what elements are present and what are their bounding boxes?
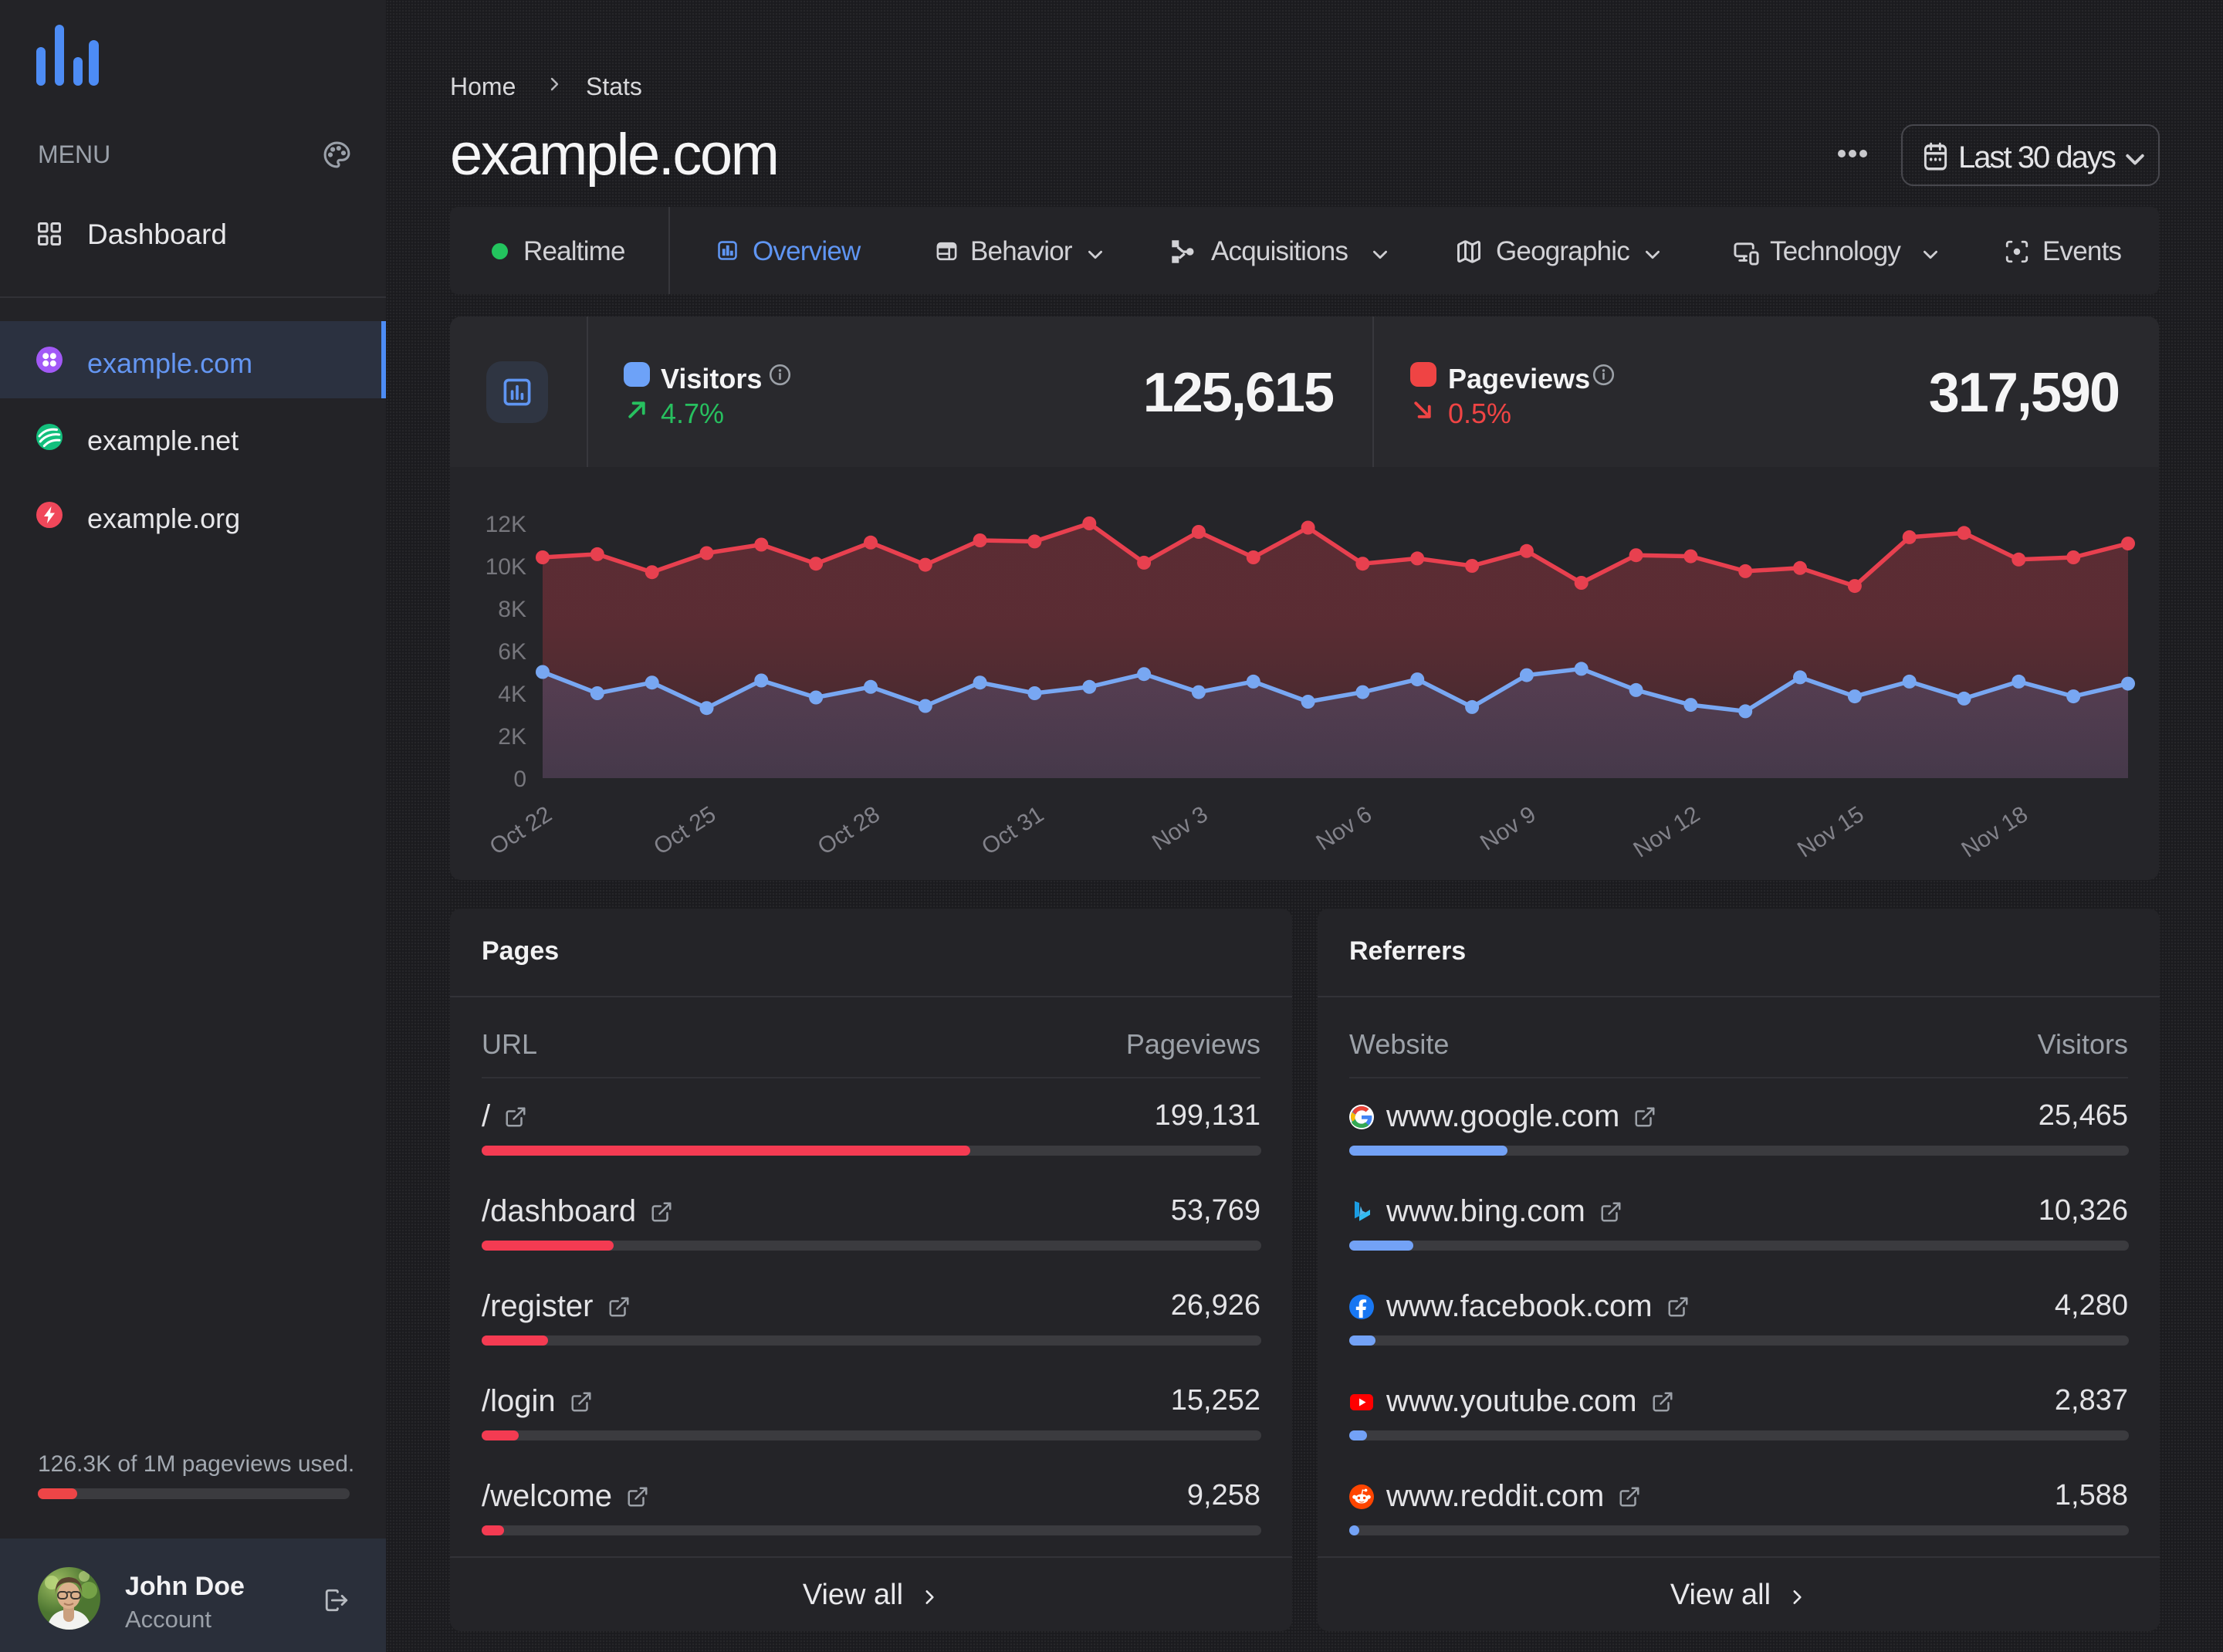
svg-text:10K: 10K <box>486 554 526 580</box>
svg-text:6K: 6K <box>498 639 526 665</box>
svg-text:Oct 28: Oct 28 <box>814 801 885 860</box>
svg-text:Nov 3: Nov 3 <box>1148 801 1213 855</box>
svg-text:Nov 18: Nov 18 <box>1957 801 2032 862</box>
svg-text:Nov 6: Nov 6 <box>1312 801 1377 855</box>
svg-text:Oct 31: Oct 31 <box>977 801 1048 860</box>
svg-text:Nov 9: Nov 9 <box>1476 801 1541 855</box>
svg-text:2K: 2K <box>498 724 526 750</box>
svg-text:Nov 12: Nov 12 <box>1629 801 1705 862</box>
svg-text:Oct 22: Oct 22 <box>486 801 557 860</box>
svg-text:8K: 8K <box>498 597 526 622</box>
svg-text:Oct 25: Oct 25 <box>649 801 720 860</box>
svg-text:12K: 12K <box>486 512 526 537</box>
svg-text:Nov 15: Nov 15 <box>1793 801 1869 862</box>
svg-text:4K: 4K <box>498 682 526 707</box>
svg-text:0: 0 <box>513 767 526 792</box>
